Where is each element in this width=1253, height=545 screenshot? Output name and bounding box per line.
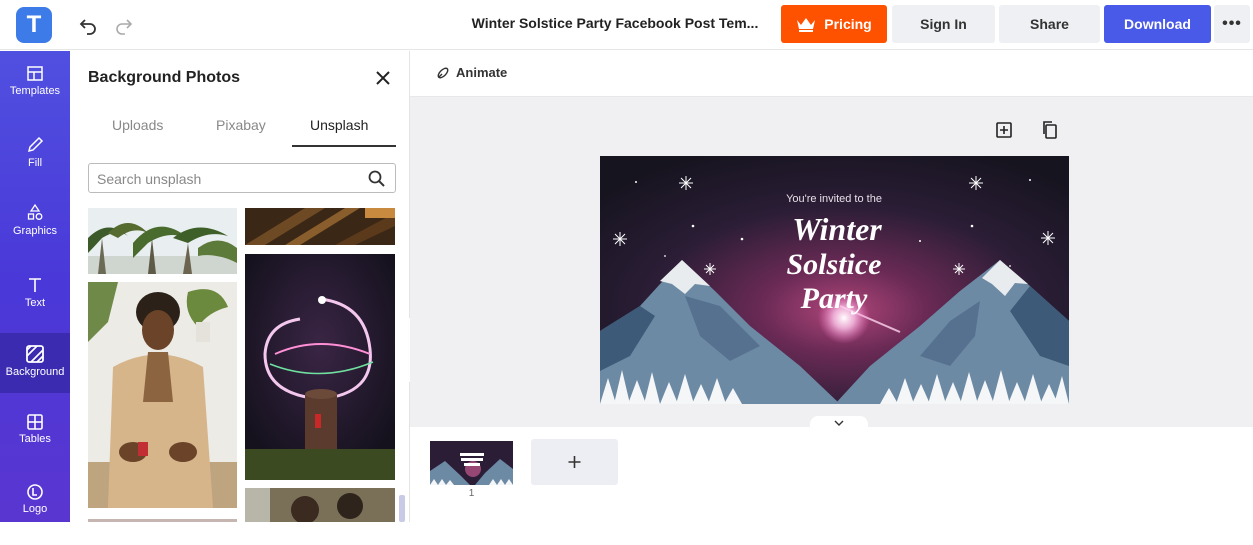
search-icon[interactable] <box>367 169 387 189</box>
add-page-icon[interactable] <box>994 120 1014 140</box>
sidebar-item-label: Fill <box>27 157 43 169</box>
poster-title-line-2: Solstice <box>787 248 882 281</box>
panel-scrollbar[interactable] <box>399 495 405 522</box>
duplicate-page-icon[interactable] <box>1040 120 1060 140</box>
app-logo[interactable]: T <box>16 7 52 43</box>
document-title[interactable]: Winter Solstice Party Facebook Post Tem.… <box>460 15 770 31</box>
background-icon <box>26 345 44 363</box>
background-photos-panel: Background Photos Uploads Pixabay Unspla… <box>70 51 410 522</box>
canvas-toolbar: Animate <box>410 51 1253 97</box>
photo-palm-trees[interactable] <box>88 208 237 274</box>
tab-pixabay[interactable]: Pixabay <box>216 117 266 133</box>
sidebar-item-graphics[interactable]: Graphics <box>0 203 70 265</box>
animate-button[interactable]: Animate <box>436 65 507 80</box>
pencil-icon <box>27 136 44 153</box>
sidebar-item-label: Tables <box>19 433 51 445</box>
page-thumbnail[interactable] <box>430 441 513 485</box>
sidebar-item-label: Templates <box>9 85 61 97</box>
sidebar-item-label: Background <box>5 366 65 378</box>
tab-unsplash[interactable]: Unsplash <box>310 117 368 133</box>
photo-partial-2[interactable] <box>245 488 395 522</box>
plus-icon <box>568 456 581 468</box>
poster-title-line-1: Winter <box>792 211 882 247</box>
sign-in-button[interactable]: Sign In <box>892 5 995 43</box>
search-box <box>88 163 396 193</box>
sidebar-item-label: Graphics <box>12 225 58 237</box>
shapes-icon <box>27 203 43 220</box>
sidebar-item-label: Logo <box>22 503 48 515</box>
animate-label: Animate <box>456 65 508 80</box>
photo-light-tower[interactable] <box>245 254 395 480</box>
poster-subtitle: You're invited to the <box>786 193 882 205</box>
share-button[interactable]: Share <box>999 5 1100 43</box>
pricing-button[interactable]: Pricing <box>781 5 887 43</box>
sidebar-item-logo[interactable]: Logo <box>0 483 70 545</box>
photo-partial-1[interactable] <box>88 516 237 522</box>
photo-man-portrait[interactable] <box>88 282 237 508</box>
design-canvas[interactable]: You're invited to the Winter Solstice Pa… <box>600 156 1069 404</box>
left-sidebar: Templates Fill Graphics Text Background <box>0 51 70 522</box>
sidebar-item-fill[interactable]: Fill <box>0 135 70 197</box>
panel-title: Background Photos <box>88 69 241 86</box>
close-icon[interactable] <box>374 69 392 87</box>
text-icon <box>29 278 41 292</box>
page-number: 1 <box>468 488 475 499</box>
templates-icon <box>27 66 43 81</box>
pricing-label: Pricing <box>824 16 872 32</box>
top-bar: T Winter Solstice Party Facebook Post Te… <box>0 0 1253 50</box>
sidebar-item-background[interactable]: Background <box>0 333 70 393</box>
poster-title-line-3: Party <box>800 282 868 315</box>
source-tabs: Uploads Pixabay Unsplash <box>88 113 396 147</box>
photo-wooden-stairs[interactable] <box>245 208 395 245</box>
download-button[interactable]: Download <box>1104 5 1211 43</box>
more-options-button[interactable]: ••• <box>1214 5 1250 43</box>
logo-icon <box>27 484 43 500</box>
animate-icon <box>437 67 449 78</box>
table-icon <box>27 414 43 430</box>
add-page-button[interactable] <box>531 439 618 485</box>
undo-icon[interactable] <box>76 12 100 36</box>
redo-icon[interactable] <box>112 12 136 36</box>
sidebar-item-templates[interactable]: Templates <box>0 65 70 127</box>
active-tab-indicator <box>292 145 396 147</box>
search-input[interactable] <box>97 169 357 189</box>
sidebar-item-label: Text <box>24 297 46 309</box>
sidebar-item-tables[interactable]: Tables <box>0 413 70 475</box>
sidebar-item-text[interactable]: Text <box>0 275 70 337</box>
tab-uploads[interactable]: Uploads <box>112 117 163 133</box>
crown-icon <box>797 18 816 32</box>
